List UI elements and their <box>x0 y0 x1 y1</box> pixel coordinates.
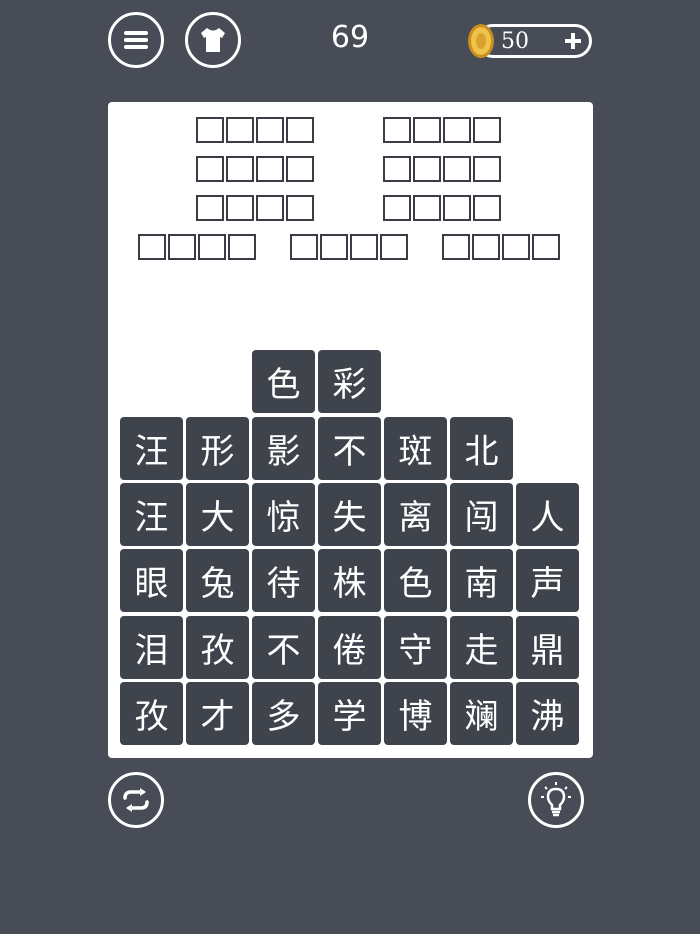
letter-tile[interactable]: 闯 <box>450 483 513 546</box>
answer-slot[interactable] <box>196 117 224 143</box>
letter-tile[interactable]: 斓 <box>450 682 513 745</box>
answer-slot[interactable] <box>226 195 254 221</box>
answer-group <box>383 156 501 182</box>
answer-slot[interactable] <box>442 234 470 260</box>
letter-tile[interactable]: 沸 <box>516 682 579 745</box>
answer-slot[interactable] <box>413 195 441 221</box>
answer-slot[interactable] <box>413 156 441 182</box>
letter-tile[interactable]: 博 <box>384 682 447 745</box>
letter-tile[interactable]: 多 <box>252 682 315 745</box>
answer-slot[interactable] <box>168 234 196 260</box>
answer-group <box>196 156 314 182</box>
letter-tile[interactable]: 南 <box>450 549 513 612</box>
answer-slot[interactable] <box>138 234 166 260</box>
answer-group <box>383 195 501 221</box>
plus-icon[interactable] <box>563 31 583 55</box>
answer-group <box>196 195 314 221</box>
answer-slot[interactable] <box>286 156 314 182</box>
letter-tile[interactable]: 大 <box>186 483 249 546</box>
lightbulb-icon <box>541 782 571 817</box>
answer-group <box>196 117 314 143</box>
answer-slot[interactable] <box>286 117 314 143</box>
letter-tile[interactable]: 影 <box>252 417 315 480</box>
letter-tile[interactable]: 鼎 <box>516 616 579 679</box>
answer-slot[interactable] <box>443 117 471 143</box>
letter-tile[interactable]: 学 <box>318 682 381 745</box>
answer-slot[interactable] <box>196 195 224 221</box>
letter-tile[interactable]: 失 <box>318 483 381 546</box>
hint-button[interactable] <box>528 772 584 828</box>
game-board: 色彩汪形影不斑北汪大惊失离闯人眼兔待株色南声泪孜不倦守走鼎孜才多学博斓沸 <box>108 102 593 758</box>
menu-icon <box>124 31 148 49</box>
answer-slot[interactable] <box>226 156 254 182</box>
answer-group <box>138 234 256 260</box>
answer-slot[interactable] <box>443 156 471 182</box>
answer-slot[interactable] <box>256 156 284 182</box>
answer-slot[interactable] <box>473 156 501 182</box>
answer-slot[interactable] <box>226 117 254 143</box>
answer-slot[interactable] <box>443 195 471 221</box>
answer-group <box>290 234 408 260</box>
shuffle-icon <box>123 788 149 812</box>
answer-slot[interactable] <box>196 156 224 182</box>
letter-tile[interactable]: 株 <box>318 549 381 612</box>
answer-slot[interactable] <box>383 117 411 143</box>
letter-tile[interactable]: 离 <box>384 483 447 546</box>
letter-tile[interactable]: 斑 <box>384 417 447 480</box>
skin-button[interactable] <box>185 12 241 68</box>
answer-slot[interactable] <box>228 234 256 260</box>
letter-tile[interactable]: 走 <box>450 616 513 679</box>
letter-tile[interactable]: 不 <box>318 417 381 480</box>
letter-tile[interactable]: 色 <box>384 549 447 612</box>
answer-slot[interactable] <box>413 117 441 143</box>
letter-tile[interactable]: 待 <box>252 549 315 612</box>
letter-tile[interactable]: 声 <box>516 549 579 612</box>
answer-slot[interactable] <box>473 195 501 221</box>
letter-tile[interactable]: 形 <box>186 417 249 480</box>
letter-tile[interactable]: 眼 <box>120 549 183 612</box>
letter-tile[interactable]: 不 <box>252 616 315 679</box>
letter-tile[interactable]: 北 <box>450 417 513 480</box>
answer-slot[interactable] <box>256 195 284 221</box>
menu-button[interactable] <box>108 12 164 68</box>
answer-slot[interactable] <box>256 117 284 143</box>
letter-tile[interactable]: 惊 <box>252 483 315 546</box>
letter-tile[interactable]: 汪 <box>120 417 183 480</box>
answer-slot[interactable] <box>286 195 314 221</box>
answer-slot[interactable] <box>473 117 501 143</box>
letter-tile[interactable]: 泪 <box>120 616 183 679</box>
letter-tile[interactable]: 孜 <box>120 682 183 745</box>
shirt-icon <box>201 28 225 52</box>
letter-tile[interactable]: 孜 <box>186 616 249 679</box>
shuffle-button[interactable] <box>108 772 164 828</box>
letter-tile[interactable]: 彩 <box>318 350 381 413</box>
answer-slot[interactable] <box>383 195 411 221</box>
level-number: 69 <box>330 20 370 55</box>
answer-slot[interactable] <box>380 234 408 260</box>
letter-tile[interactable]: 才 <box>186 682 249 745</box>
coin-count: 50 <box>501 29 529 54</box>
answer-slot[interactable] <box>290 234 318 260</box>
coin-icon <box>466 22 496 64</box>
letter-tile[interactable]: 兔 <box>186 549 249 612</box>
letter-tile[interactable]: 倦 <box>318 616 381 679</box>
answer-group <box>442 234 560 260</box>
answer-slot[interactable] <box>198 234 226 260</box>
letter-tile[interactable]: 人 <box>516 483 579 546</box>
letter-tile[interactable]: 汪 <box>120 483 183 546</box>
letter-tile[interactable]: 色 <box>252 350 315 413</box>
answer-slot[interactable] <box>350 234 378 260</box>
answer-slot[interactable] <box>502 234 530 260</box>
answer-group <box>383 117 501 143</box>
answer-slot[interactable] <box>532 234 560 260</box>
letter-tile[interactable]: 守 <box>384 616 447 679</box>
answer-slot[interactable] <box>320 234 348 260</box>
answer-slot[interactable] <box>383 156 411 182</box>
answer-slot[interactable] <box>472 234 500 260</box>
